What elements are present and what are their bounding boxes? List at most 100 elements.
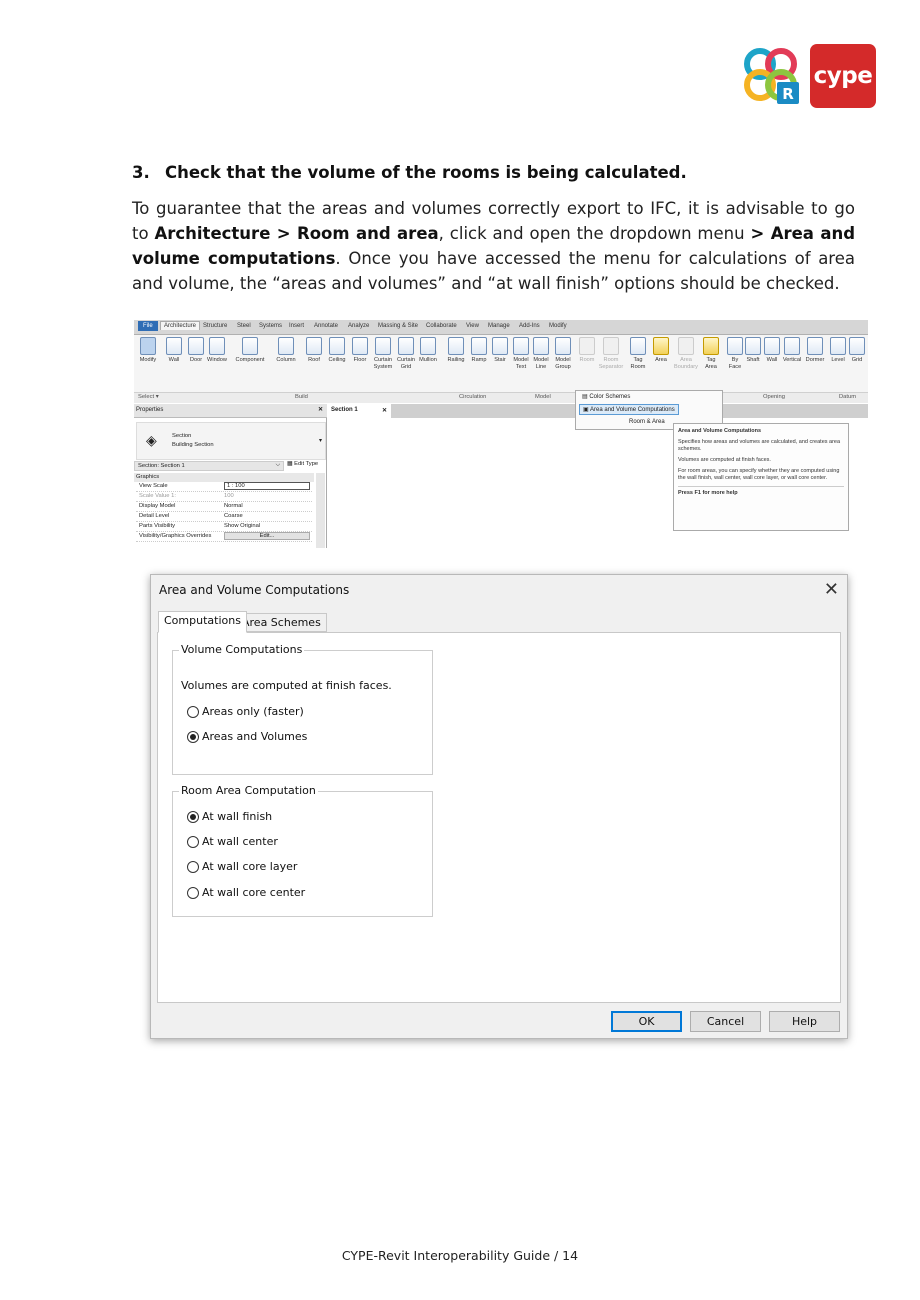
tool-curtain-system[interactable]: Curtain System [372, 337, 394, 371]
tab-file[interactable]: File [138, 321, 158, 331]
cancel-button[interactable]: Cancel [690, 1011, 761, 1032]
tab-add-ins[interactable]: Add-Ins [519, 323, 540, 329]
close-icon[interactable]: ✕ [824, 579, 839, 600]
tool-model-line[interactable]: Model Line [531, 337, 551, 371]
tool-component[interactable]: Component [233, 337, 267, 364]
tool-opening-wall[interactable]: Wall [763, 337, 781, 364]
section-title: Check that the volume of the rooms is be… [165, 163, 687, 182]
menu-item-color-schemes[interactable]: ▤ Color Schemes [579, 392, 633, 401]
tab-insert[interactable]: Insert [289, 323, 304, 329]
type-sub: Building Section [172, 442, 214, 448]
panel-datum: Datum [839, 394, 857, 400]
radio-selected-icon [187, 730, 199, 743]
volume-computations-group: Volume Computations Volumes are computed… [172, 643, 433, 775]
instance-selector[interactable]: Section: Section 1 ⌵ [134, 461, 284, 471]
tool-level[interactable]: Level [829, 337, 847, 364]
edit-type-button[interactable]: ▦ Edit Type [287, 461, 318, 467]
tool-model-group[interactable]: Model Group [552, 337, 574, 371]
tool-tag-room[interactable]: Tag Room [628, 337, 648, 371]
radio-at-wall-core-layer[interactable]: At wall core layer [187, 860, 297, 873]
computations-icon: ▣ [583, 407, 591, 413]
area-icon [653, 337, 669, 355]
tool-vertical[interactable]: Vertical [781, 337, 803, 364]
radio-areas-only[interactable]: Areas only (faster) [187, 705, 304, 718]
tool-dormer[interactable]: Dormer [804, 337, 826, 364]
para-text-2: , click and open the dropdown menu [438, 224, 751, 243]
prop-row: Visibility/Graphics Overrides Edit... [136, 532, 312, 542]
tab-manage[interactable]: Manage [488, 323, 510, 329]
area-volume-dialog: Area and Volume Computations ✕ Computati… [150, 574, 848, 1039]
radio-selected-icon [187, 810, 199, 823]
tool-model-text[interactable]: Model Text [511, 337, 531, 371]
tab-massing-site[interactable]: Massing & Site [378, 323, 418, 329]
para-bold-1: Architecture > Room and area [154, 224, 439, 243]
tool-stair[interactable]: Stair [490, 337, 510, 364]
vertical-opening-icon [784, 337, 800, 355]
graphics-group[interactable]: Graphics [134, 473, 314, 482]
tab-annotate[interactable]: Annotate [314, 323, 338, 329]
section-number: 3. [132, 163, 150, 182]
tool-mullion[interactable]: Mullion [417, 337, 439, 364]
tool-grid[interactable]: Grid [848, 337, 866, 364]
tool-shaft[interactable]: Shaft [744, 337, 762, 364]
ok-button[interactable]: OK [611, 1011, 682, 1032]
tool-ramp[interactable]: Ramp [469, 337, 489, 364]
tool-door[interactable]: Door [186, 337, 206, 364]
tab-architecture[interactable]: Architecture [160, 321, 201, 330]
tool-area[interactable]: Area [651, 337, 671, 364]
tool-roof[interactable]: Roof [304, 337, 324, 364]
ribbon-panel-labels: Select ▾ Build Circulation Model Opening… [134, 392, 868, 403]
tab-structure[interactable]: Structure [203, 323, 227, 329]
radio-at-wall-core-center[interactable]: At wall core center [187, 886, 305, 899]
help-button[interactable]: Help [769, 1011, 840, 1032]
dormer-icon [807, 337, 823, 355]
tab-computations[interactable]: Computations [158, 611, 247, 633]
level-icon [830, 337, 846, 355]
tab-collaborate[interactable]: Collaborate [426, 323, 457, 329]
tool-wall[interactable]: Wall [164, 337, 184, 364]
view-tab-section-1[interactable]: Section 1 ✕ [327, 404, 391, 418]
panel-select[interactable]: Select ▾ [138, 394, 159, 400]
stair-icon [492, 337, 508, 355]
menu-item-room-area[interactable]: Room & Area [626, 418, 668, 426]
prop-row: Display Model Normal [136, 502, 312, 512]
close-icon[interactable]: ✕ [382, 407, 387, 414]
column-icon [278, 337, 294, 355]
radio-at-wall-center[interactable]: At wall center [187, 835, 278, 848]
tool-ceiling[interactable]: Ceiling [326, 337, 348, 364]
close-icon[interactable]: ✕ [318, 406, 323, 413]
tooltip-title: Area and Volume Computations [678, 428, 762, 434]
tool-floor[interactable]: Floor [350, 337, 370, 364]
model-line-icon [533, 337, 549, 355]
revit-ribbon-screenshot: File Architecture Structure Steel System… [134, 320, 868, 548]
radio-at-wall-finish[interactable]: At wall finish [187, 810, 272, 823]
tool-by-face[interactable]: By Face [726, 337, 744, 371]
type-selector[interactable]: ◈ Section Building Section ▾ [136, 422, 326, 460]
edit-button[interactable]: Edit... [224, 532, 310, 540]
scrollbar[interactable] [316, 473, 325, 548]
tool-room-separator[interactable]: Room Separator [598, 337, 624, 371]
tab-analyze[interactable]: Analyze [348, 323, 369, 329]
tool-area-boundary[interactable]: Area Boundary [674, 337, 698, 371]
room-icon [579, 337, 595, 355]
chevron-down-icon: ⌵ [275, 462, 280, 468]
tab-modify[interactable]: Modify [549, 323, 567, 329]
tool-railing[interactable]: Railing [445, 337, 467, 364]
tab-systems[interactable]: Systems [259, 323, 282, 329]
tag-room-icon [630, 337, 646, 355]
prop-row: Scale Value 1: 100 [136, 492, 312, 502]
tab-area-schemes[interactable]: Area Schemes [236, 613, 327, 632]
tool-tag-area[interactable]: Tag Area [701, 337, 721, 371]
tool-curtain-grid[interactable]: Curtain Grid [395, 337, 417, 371]
tooltip-help: Press F1 for more help [678, 486, 844, 497]
menu-item-area-volume-computations[interactable]: ▣ Area and Volume Computations [579, 404, 679, 415]
tool-window[interactable]: Window [205, 337, 229, 364]
tool-room[interactable]: Room [577, 337, 597, 364]
tab-steel[interactable]: Steel [237, 323, 251, 329]
tool-modify[interactable]: Modify [137, 337, 159, 364]
radio-areas-and-volumes[interactable]: Areas and Volumes [187, 730, 307, 743]
tab-view[interactable]: View [466, 323, 479, 329]
panel-build: Build [295, 394, 308, 400]
tool-column[interactable]: Column [274, 337, 298, 364]
radio-icon [187, 705, 199, 718]
